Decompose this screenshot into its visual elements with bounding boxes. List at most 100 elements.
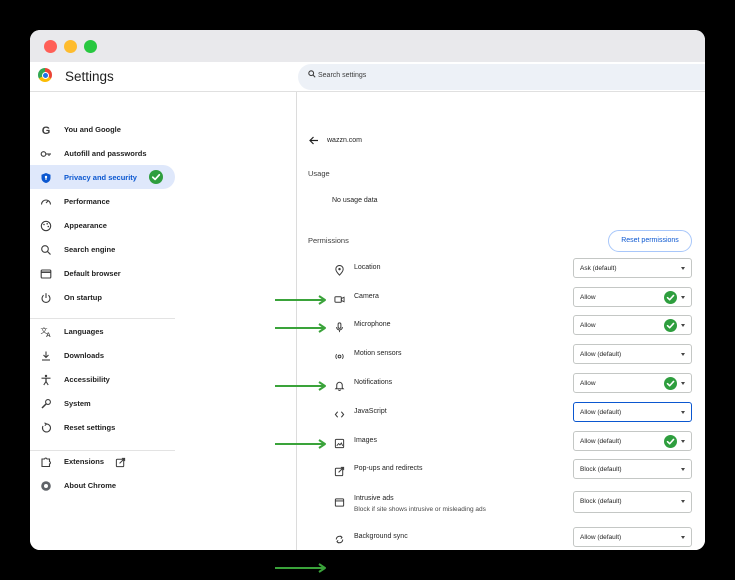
sidebar-item-default-browser[interactable]: Default browser xyxy=(30,261,175,285)
sidebar-item-accessibility[interactable]: Accessibility xyxy=(30,367,175,391)
select-value: Allow (default) xyxy=(580,409,622,416)
sidebar-item-label: Reset settings xyxy=(64,423,116,432)
permission-select-background-sync[interactable]: Allow (default) xyxy=(573,527,692,547)
permission-icon-wrap xyxy=(334,495,345,513)
check-circle-icon xyxy=(664,291,677,304)
sidebar-item-about-chrome[interactable]: About Chrome xyxy=(30,473,175,497)
permissions-heading: Permissions xyxy=(308,236,349,245)
shield-icon-wrap xyxy=(40,171,52,183)
chrome-icon-wrap xyxy=(40,479,52,491)
sidebar-item-label: Default browser xyxy=(64,269,121,278)
title-bar xyxy=(30,30,705,62)
page-title: Settings xyxy=(65,69,114,84)
check-circle-icon xyxy=(664,435,677,448)
sidebar-item-system[interactable]: System xyxy=(30,391,175,415)
close-window-button[interactable] xyxy=(44,40,57,53)
permission-select-camera[interactable]: Allow xyxy=(573,287,692,307)
check-circle-icon xyxy=(664,377,677,390)
permission-row-notifications: Notifications Allow xyxy=(297,369,705,397)
puzzle-icon-wrap xyxy=(40,455,52,468)
sidebar-item-label: Languages xyxy=(64,327,104,336)
image-icon xyxy=(334,438,345,449)
permission-label: Location xyxy=(354,264,381,271)
permission-select-microphone[interactable]: Allow xyxy=(573,315,692,335)
sync-icon xyxy=(335,535,344,544)
reset-permissions-button[interactable]: Reset permissions xyxy=(608,230,692,252)
permission-select-intrusive-ads[interactable]: Block (default) xyxy=(573,491,692,513)
check-badge-wrap xyxy=(664,377,677,395)
chrome-logo-icon xyxy=(38,68,52,82)
sidebar-item-extensions[interactable]: Extensions xyxy=(30,449,175,473)
google-icon-wrap: G xyxy=(40,123,52,137)
permission-label: Images xyxy=(354,437,377,444)
dropdown-caret-icon xyxy=(681,267,685,270)
select-value: Allow xyxy=(580,322,596,329)
permission-label: Motion sensors xyxy=(354,350,402,357)
permission-row-pop-ups-and-redirects: Pop-ups and redirects Block (default) xyxy=(297,455,705,483)
minimize-window-button[interactable] xyxy=(64,40,77,53)
permission-icon-wrap xyxy=(334,320,345,338)
accessibility-icon-wrap xyxy=(40,373,52,386)
sidebar-item-performance[interactable]: Performance xyxy=(30,189,175,213)
puzzle-icon xyxy=(41,457,51,468)
permission-label: Camera xyxy=(354,293,379,300)
annotation-arrow xyxy=(275,560,329,578)
power-icon xyxy=(41,293,51,303)
sidebar-item-label: Extensions xyxy=(64,457,105,466)
dropdown-caret-icon xyxy=(681,440,685,443)
camera-icon xyxy=(334,296,345,303)
permission-label: JavaScript xyxy=(354,408,387,415)
back-arrow-icon[interactable] xyxy=(309,136,319,145)
svg-text:G: G xyxy=(42,125,51,136)
permission-select-pop-ups-and-redirects[interactable]: Block (default) xyxy=(573,459,692,479)
sidebar-item-you-and-google[interactable]: G You and Google xyxy=(30,117,175,141)
permission-row-javascript: JavaScript Allow (default) xyxy=(297,398,705,426)
microphone-icon xyxy=(336,322,343,333)
sidebar-item-reset-settings[interactable]: Reset settings xyxy=(30,415,175,439)
maximize-window-button[interactable] xyxy=(84,40,97,53)
sidebar-item-languages[interactable]: 文 A Languages xyxy=(30,319,175,343)
permission-icon-wrap xyxy=(334,464,345,482)
select-value: Block (default) xyxy=(580,466,622,473)
permission-label: Notifications xyxy=(354,379,393,386)
palette-icon xyxy=(40,220,52,232)
sidebar-item-on-startup[interactable]: On startup xyxy=(30,285,175,309)
dropdown-caret-icon xyxy=(681,353,685,356)
permission-label: Microphone xyxy=(354,321,391,328)
download-icon xyxy=(42,351,50,361)
permission-select-notifications[interactable]: Allow xyxy=(573,373,692,393)
sidebar-separator xyxy=(30,318,175,319)
permission-label: Pop-ups and redirects xyxy=(354,465,423,472)
palette-icon-wrap xyxy=(40,219,52,232)
svg-text:A: A xyxy=(46,332,51,338)
browser-icon xyxy=(40,269,52,279)
permission-label: Background sync xyxy=(354,533,408,540)
permission-select-location[interactable]: Ask (default) xyxy=(573,258,692,278)
permission-row-location: Location Ask (default) xyxy=(297,254,705,282)
select-value: Allow (default) xyxy=(580,534,622,541)
usage-heading: Usage xyxy=(308,169,330,178)
annotation-arrow xyxy=(275,436,329,454)
permission-select-motion-sensors[interactable]: Allow (default) xyxy=(573,344,692,364)
select-value: Allow xyxy=(580,380,596,387)
sidebar-item-search-engine[interactable]: Search engine xyxy=(30,237,175,261)
sidebar-item-label: Downloads xyxy=(64,351,105,360)
permission-row-camera: Camera Allow xyxy=(297,283,705,311)
external-link-icon xyxy=(115,457,126,468)
sidebar-item-appearance[interactable]: Appearance xyxy=(30,213,175,237)
check-badge-wrap xyxy=(664,319,677,337)
search-settings-field[interactable]: Search settings xyxy=(298,64,705,90)
sidebar-item-downloads[interactable]: Downloads xyxy=(30,343,175,367)
search-icon xyxy=(41,245,51,255)
google-icon: G xyxy=(42,125,51,137)
permission-select-images[interactable]: Allow (default) xyxy=(573,431,692,451)
motion-sensor-icon xyxy=(335,353,344,360)
permission-label: Intrusive ads xyxy=(354,495,394,502)
sidebar-item-autofill-and-passwords[interactable]: Autofill and passwords xyxy=(30,141,175,165)
permission-select-javascript[interactable]: Allow (default) xyxy=(573,402,692,422)
power-icon-wrap xyxy=(40,291,52,303)
select-value: Allow xyxy=(580,294,596,301)
dropdown-caret-icon xyxy=(681,296,685,299)
sidebar-item-privacy-and-security[interactable]: Privacy and security xyxy=(30,165,175,189)
select-value: Allow (default) xyxy=(580,351,622,358)
